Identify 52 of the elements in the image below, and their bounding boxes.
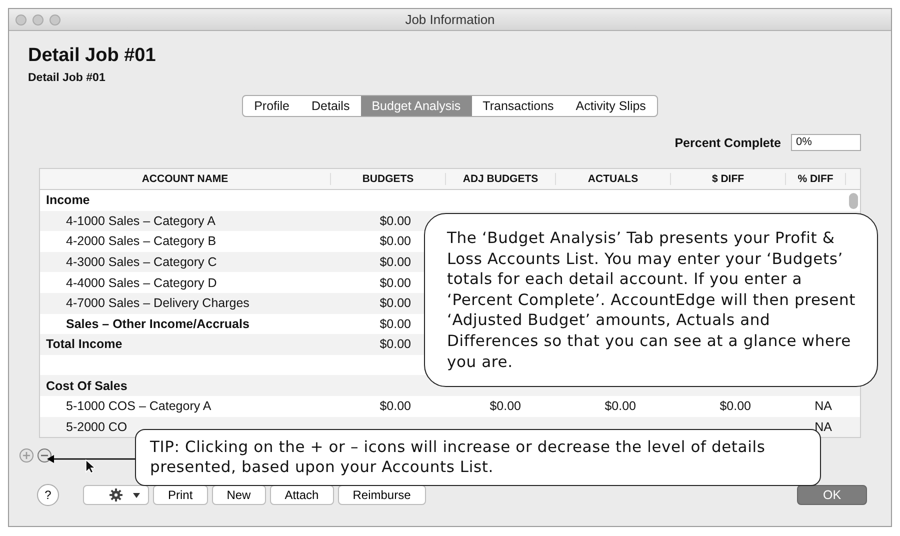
- account-name: 5-2000 CO: [65, 420, 128, 434]
- footer-button[interactable]: Attach: [270, 485, 334, 505]
- percent-complete-label: Percent Complete: [674, 136, 781, 150]
- note-tooltip: The ‘Budget Analysis’ Tab presents your Profit & Loss Accounts List. You may enter your ‘Budgets’ totals for each detail account. If you enter a ‘Percent Complete’. AccountEdge will then present ‘Adjusted Budget’ amounts, Actuals and Differences so that you can see at a glance where you are.: [424, 213, 878, 387]
- amount-cell-text: $0.00: [378, 276, 412, 290]
- caret-icon: [132, 492, 140, 498]
- tab[interactable]: Transactions: [472, 96, 565, 116]
- section-label: Income: [45, 193, 91, 208]
- amount-cell-text: $0.00: [378, 316, 412, 331]
- account-name: 4-3000 Sales – Category C: [65, 255, 218, 270]
- account-name: 4-2000 Sales – Category B: [65, 234, 218, 248]
- amount-cell-text: $0.00: [604, 399, 637, 414]
- column-header[interactable]: ACCOUNT NAME: [40, 173, 331, 185]
- collapse-icon[interactable]: [37, 448, 52, 463]
- column-header[interactable]: ADJ BUDGETS: [446, 173, 556, 185]
- window-controls-icon[interactable]: [15, 14, 61, 26]
- column-header[interactable]: % DIFF: [786, 173, 846, 185]
- account-name: 4-4000 Sales – Category D: [65, 276, 218, 290]
- help-button[interactable]: ?: [37, 484, 59, 506]
- footer-button[interactable]: Print: [153, 485, 208, 505]
- footer-button[interactable]: Reimburse: [338, 485, 426, 505]
- account-name: 5-1000 COS – Category A: [65, 399, 212, 414]
- ok-button[interactable]: OK: [797, 485, 867, 505]
- amount-cell-text: $0.00: [378, 234, 412, 248]
- amount-cell-text: $0.00: [378, 337, 412, 352]
- job-title: Detail Job #01: [28, 44, 156, 67]
- amount-cell-text: $0.00: [488, 399, 522, 414]
- section-label: Total Income: [45, 337, 124, 352]
- amount-cell-text: NA: [814, 399, 833, 414]
- tab[interactable]: Details: [300, 96, 361, 116]
- window-title: Job Information: [405, 12, 495, 27]
- column-header[interactable]: ACTUALS: [556, 173, 671, 185]
- actions-dropdown[interactable]: [83, 485, 149, 505]
- amount-cell-text: $0.00: [718, 399, 752, 414]
- tab[interactable]: Profile: [243, 96, 300, 116]
- section-label: Cost Of Sales: [45, 378, 128, 393]
- section-label: Sales – Other Income/Accruals: [65, 316, 250, 331]
- amount-cell-text: $0.00: [378, 399, 412, 414]
- percent-complete-field[interactable]: 0%: [791, 134, 861, 151]
- column-header[interactable]: $ DIFF: [671, 173, 786, 185]
- cursor-icon: [85, 459, 95, 474]
- amount-cell-text: $0.00: [378, 296, 412, 310]
- tab[interactable]: Activity Slips: [564, 96, 657, 116]
- amount-cell-text: $0.00: [378, 214, 412, 228]
- account-name: 4-7000 Sales – Delivery Charges: [65, 296, 250, 310]
- amount-cell-text: $0.00: [378, 255, 412, 270]
- job-subtitle: Detail Job #01: [28, 72, 106, 84]
- column-header[interactable]: BUDGETS: [331, 173, 446, 185]
- gear-icon: [108, 488, 122, 502]
- scrollbar-thumb[interactable]: [849, 193, 858, 209]
- account-name: 4-1000 Sales – Category A: [65, 214, 216, 228]
- footer-button[interactable]: New: [212, 485, 266, 505]
